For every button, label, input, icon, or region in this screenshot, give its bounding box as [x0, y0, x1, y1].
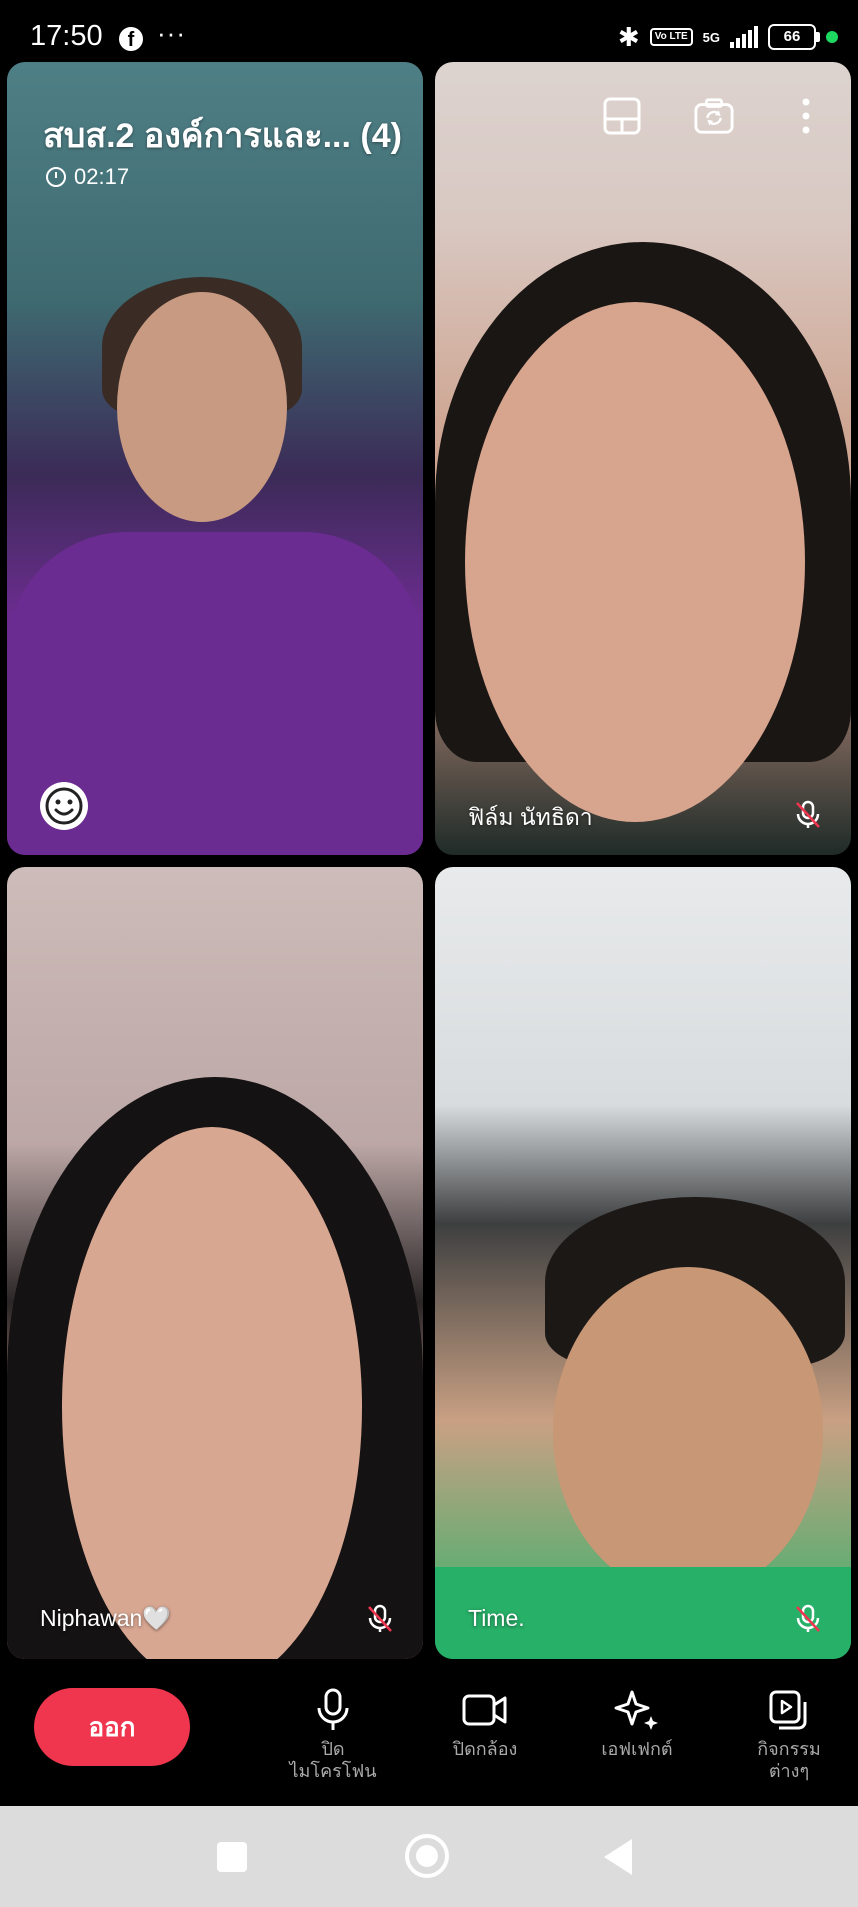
effects-label: เอฟเฟกต์	[601, 1739, 673, 1759]
mic-label-line2: ไมโครโฟน	[289, 1761, 377, 1781]
network-type: 5G	[702, 29, 720, 45]
status-bar: 17:50 f ··· ✱ Vo LTE 5G 66	[0, 0, 858, 62]
turn-off-camera-button[interactable]: ปิดกล้อง	[420, 1688, 550, 1760]
video-tile-participant-4[interactable]	[435, 867, 851, 1659]
battery-icon: 66	[768, 24, 820, 50]
layout-icon[interactable]	[602, 96, 642, 136]
facebook-icon: f	[119, 27, 143, 51]
status-more: ···	[157, 18, 186, 48]
mic-muted-icon	[794, 1604, 822, 1634]
home-circle-icon[interactable]	[405, 1834, 449, 1878]
privacy-indicator-dot	[826, 31, 838, 43]
call-controls: ออก ปิด ไมโครโฟน ปิดกล้อง เอฟเฟกต์ กิจกร…	[0, 1666, 858, 1806]
activities-label-line2: ต่างๆ	[768, 1761, 810, 1781]
activities-label-line1: กิจกรรม	[757, 1739, 821, 1759]
participant-face	[62, 1127, 362, 1659]
volte-badge: Vo LTE	[649, 28, 693, 46]
leave-call-button[interactable]: ออก	[34, 1688, 190, 1766]
switch-camera-icon[interactable]	[694, 96, 734, 136]
status-right: ✱ Vo LTE 5G 66	[618, 22, 838, 52]
participant-name-4: Time.	[468, 1605, 525, 1631]
reaction-emoji-icon[interactable]	[40, 782, 88, 830]
participant-face	[117, 292, 287, 522]
video-camera-icon	[420, 1688, 550, 1732]
mic-muted-icon	[794, 800, 822, 830]
status-time: 17:50	[30, 20, 103, 52]
mic-muted-icon	[366, 1604, 394, 1634]
video-tile-participant-3[interactable]	[7, 867, 423, 1659]
participant-face	[553, 1267, 823, 1597]
camera-label: ปิดกล้อง	[452, 1739, 518, 1759]
more-vertical-icon[interactable]	[786, 96, 826, 136]
battery-level: 66	[783, 28, 801, 45]
participant-name-2: ฟิล์ม นัทธิดา	[468, 804, 593, 830]
clock-icon	[46, 167, 66, 187]
sparkle-icon	[572, 1688, 702, 1732]
participant-face	[465, 302, 805, 822]
bluetooth-icon: ✱	[617, 21, 640, 52]
mic-label-line1: ปิด	[321, 1739, 345, 1759]
back-triangle-icon[interactable]	[604, 1839, 632, 1875]
activities-icon	[724, 1688, 854, 1732]
effects-button[interactable]: เอฟเฟกต์	[572, 1688, 702, 1760]
activities-button[interactable]: กิจกรรม ต่างๆ	[724, 1688, 854, 1782]
mute-microphone-button[interactable]: ปิด ไมโครโฟน	[268, 1688, 398, 1782]
video-tile-participant-2[interactable]	[435, 62, 851, 855]
recents-square-icon[interactable]	[217, 1842, 247, 1872]
top-actions	[602, 96, 826, 136]
system-nav-bar	[0, 1806, 858, 1907]
participant-name-3: Niphawan🤍	[40, 1605, 171, 1631]
call-duration: 02:17	[74, 164, 130, 189]
call-title: สบส.2 องค์การและ... (4)	[43, 117, 402, 155]
call-timer: 02:17	[46, 164, 129, 190]
microphone-icon	[268, 1688, 398, 1732]
signal-icon	[730, 26, 758, 48]
